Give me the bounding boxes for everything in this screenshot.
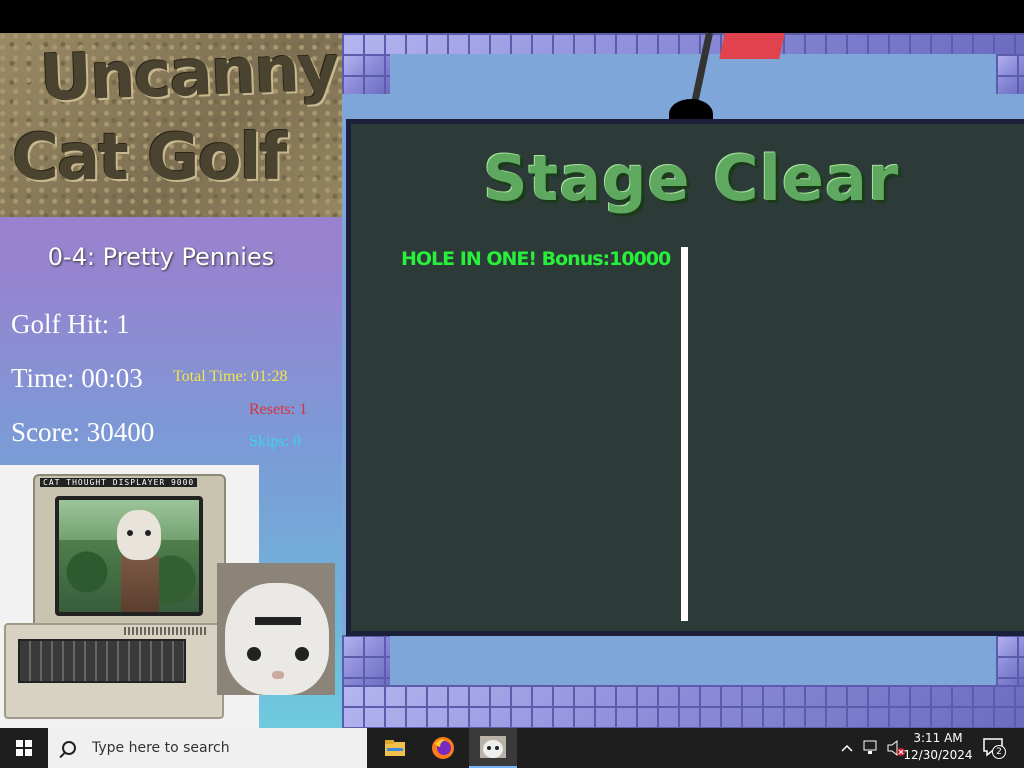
logo-line-2: Cat Golf (12, 121, 287, 195)
system-clock[interactable]: 3:11 AM 12/30/2024 (903, 730, 973, 764)
top-bar (0, 0, 1024, 33)
notification-count: 2 (992, 745, 1006, 759)
bottom-brick-row (342, 685, 1024, 728)
taskbar-search[interactable]: Type here to search (48, 728, 367, 768)
chevron-up-icon[interactable] (840, 741, 854, 755)
left-brick-column (342, 54, 390, 94)
cat-thought-screen (55, 496, 203, 616)
bonus-text: HOLE IN ONE! Bonus:10000 (401, 248, 671, 270)
firefox-icon (432, 737, 454, 759)
total-time: Total Time: 01:28 (173, 368, 288, 385)
logo-line-1: Uncanny (38, 33, 339, 117)
keyboard (18, 639, 186, 683)
stage-clear-panel: Stage Clear HOLE IN ONE! Bonus:10000 (346, 119, 1024, 636)
clock-date: 12/30/2024 (903, 748, 973, 762)
computer-base (4, 623, 224, 719)
right-brick-column (996, 54, 1024, 94)
bottom-left-bricks (342, 635, 390, 685)
network-icon[interactable] (862, 739, 880, 757)
cat-icon (480, 736, 506, 758)
monitor: CAT THOUGHT DISPLAYER 9000 (33, 474, 226, 634)
taskbar: Type here to search 3:11 AM 12/30/2024 2 (0, 728, 1024, 768)
cat-webcam-image (217, 563, 335, 695)
golf-hit-counter: Golf Hit: 1 (11, 309, 130, 339)
start-button[interactable] (0, 728, 48, 768)
firefox-button[interactable] (419, 728, 467, 768)
skips-counter: Skips: 0 (249, 433, 302, 450)
cat-face-icon (117, 510, 161, 560)
panel-divider (681, 247, 688, 621)
game-logo: Uncanny Cat Golf (0, 33, 342, 217)
clock-time: 3:11 AM (913, 731, 963, 745)
search-icon (62, 741, 76, 755)
cat-golf-taskbar-button[interactable] (469, 728, 517, 768)
stage-timer: Time: 00:03 (11, 363, 143, 393)
level-name: 0-4: Pretty Pennies (47, 243, 275, 271)
bottom-right-bricks (996, 635, 1024, 685)
top-brick-row (342, 33, 1024, 54)
search-placeholder: Type here to search (92, 740, 230, 756)
flag-icon (719, 33, 785, 59)
windows-icon (16, 740, 32, 756)
folder-icon (385, 740, 405, 756)
stage-clear-title: Stage Clear (483, 142, 900, 215)
score-counter: Score: 30400 (11, 417, 155, 447)
file-explorer-button[interactable] (371, 728, 419, 768)
monitor-label: CAT THOUGHT DISPLAYER 9000 (40, 478, 198, 487)
resets-counter: Resets: 1 (249, 401, 308, 418)
notification-button[interactable]: 2 (982, 737, 1006, 759)
